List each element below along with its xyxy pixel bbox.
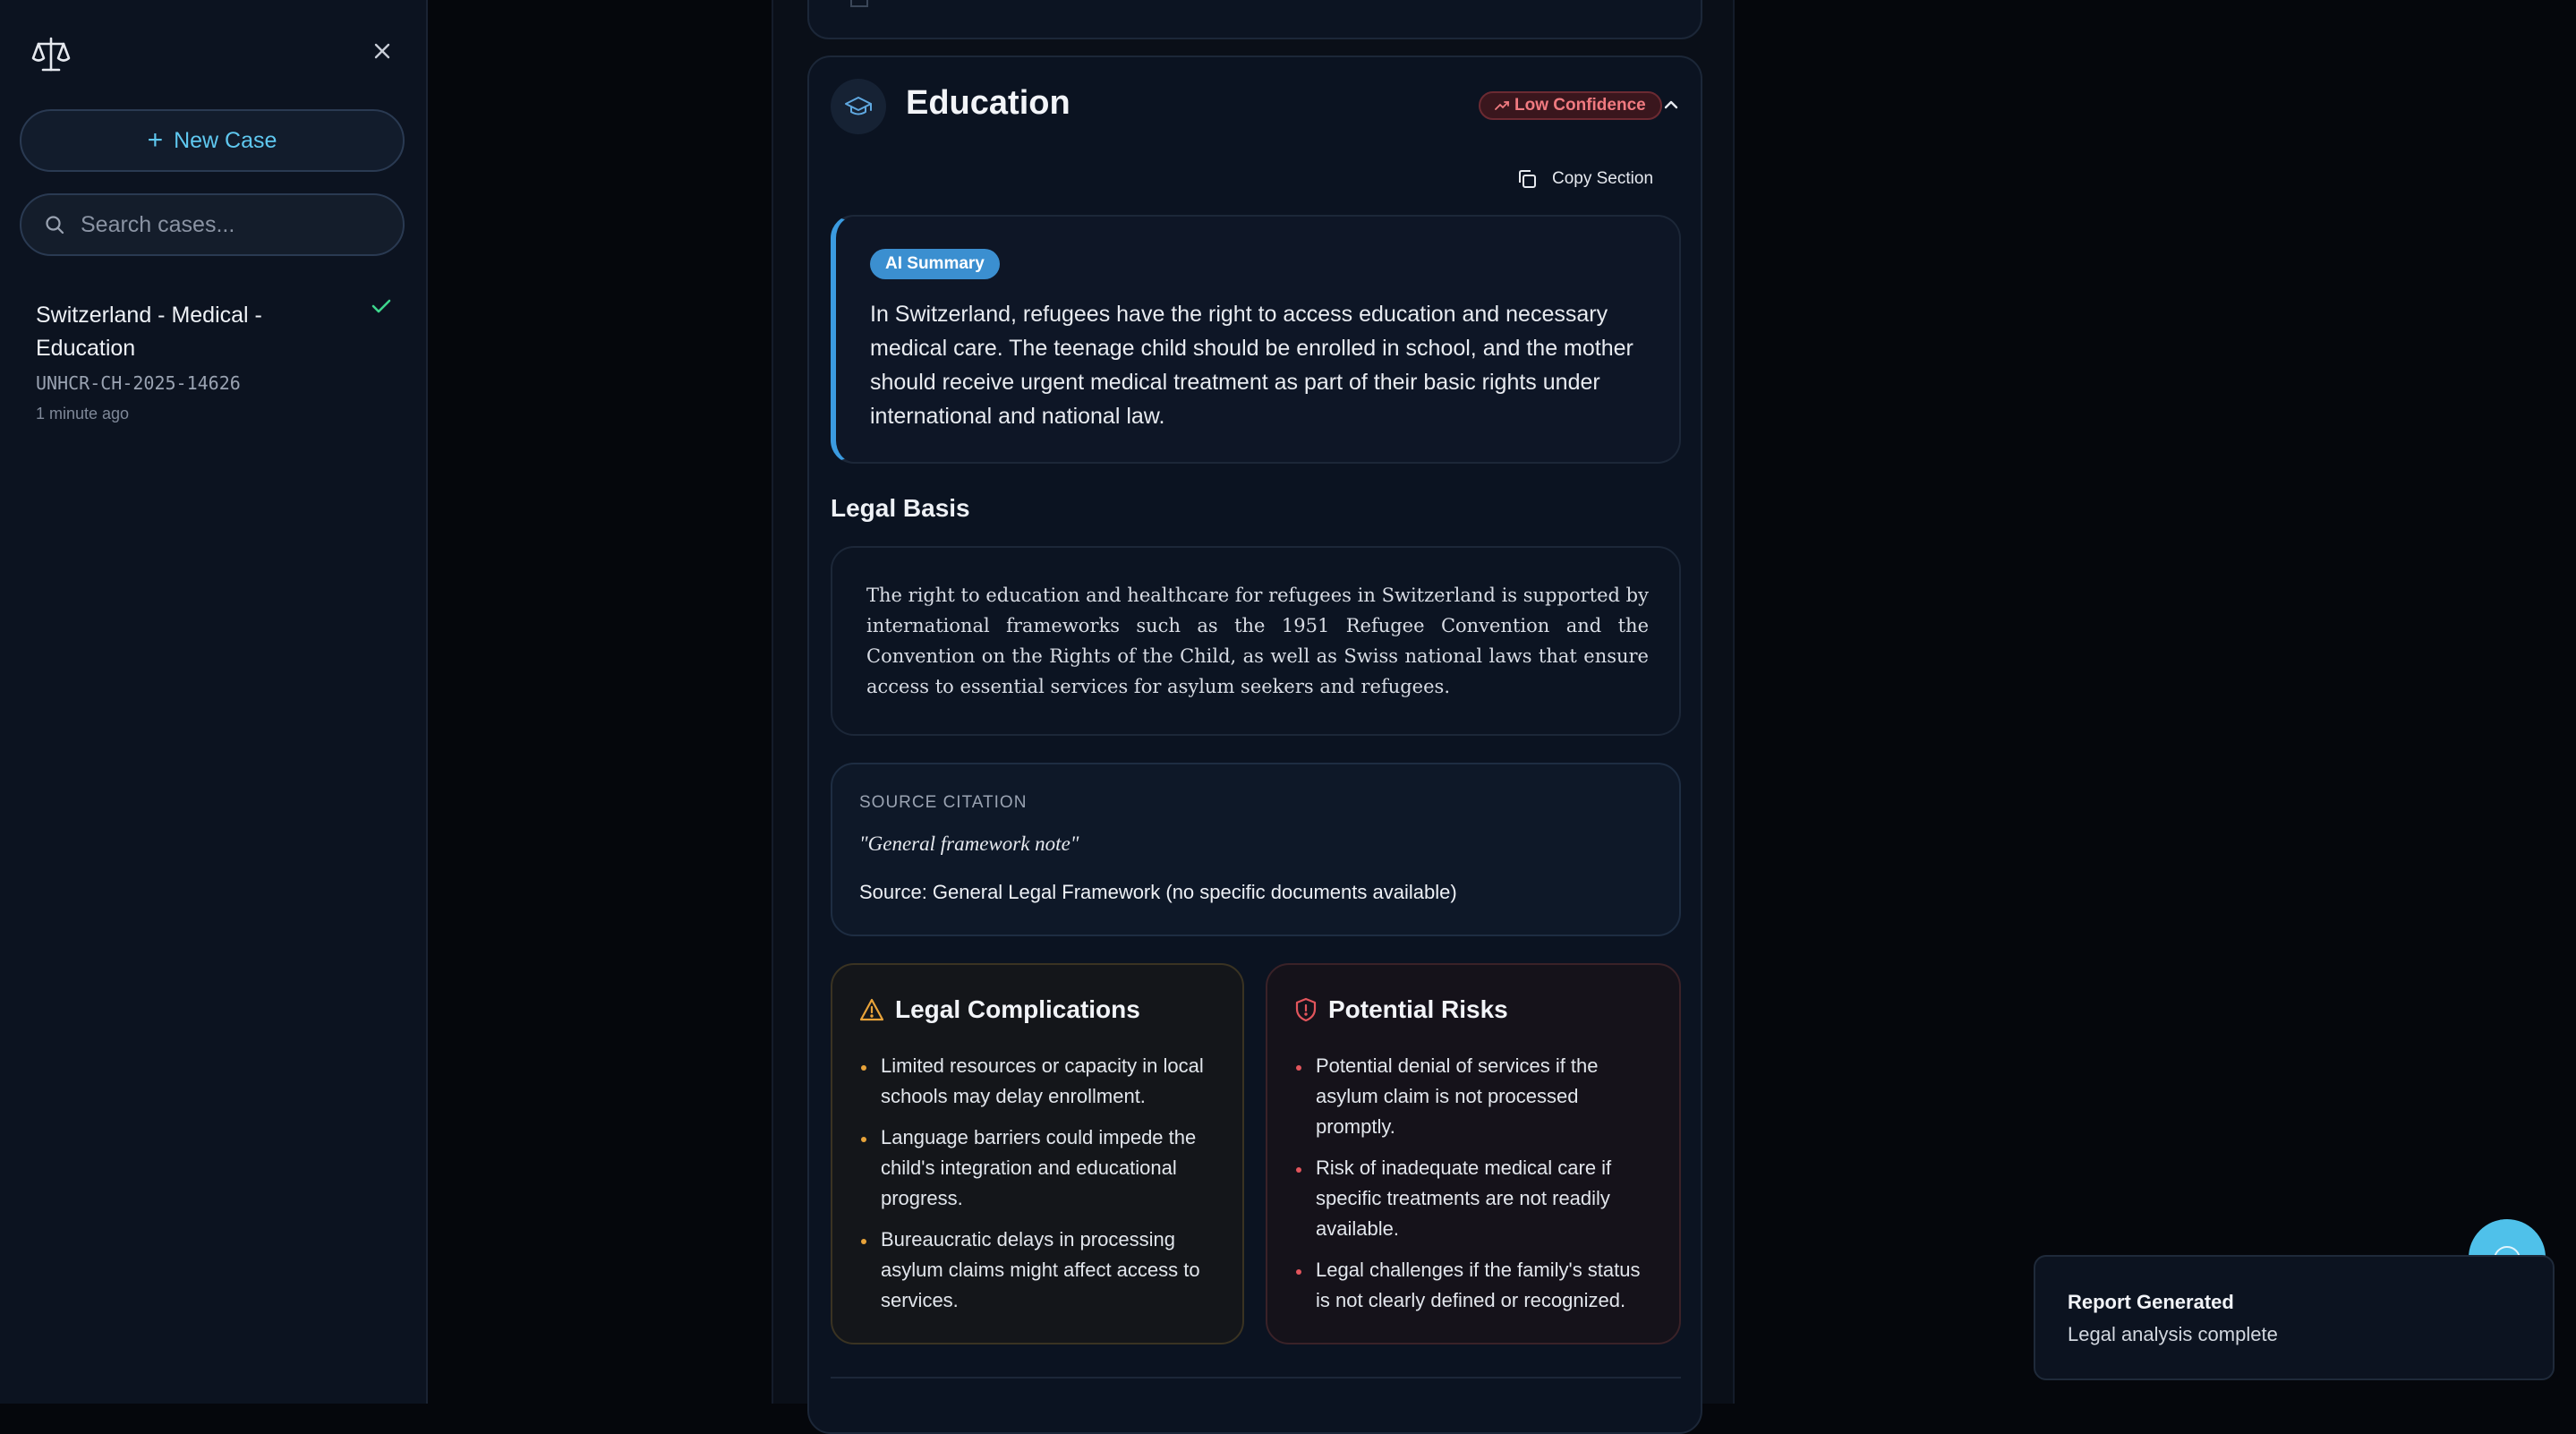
trend-icon — [1495, 101, 1509, 110]
list-item: Potential denial of services if the asyl… — [1294, 1051, 1652, 1142]
potential-risks-list: Potential denial of services if the asyl… — [1294, 1051, 1652, 1327]
close-icon — [374, 43, 390, 59]
source-citation-box: SOURCE CITATION "General framework note"… — [831, 763, 1681, 936]
shield-alert-icon — [1295, 997, 1317, 1022]
search-box — [20, 193, 405, 256]
ai-summary-badge: AI Summary — [870, 249, 1000, 279]
list-item: Bureaucratic delays in processing asylum… — [859, 1225, 1217, 1316]
confidence-label: Low Confidence — [1514, 96, 1646, 115]
source-citation-quote: "General framework note" — [859, 832, 1079, 855]
copy-section-button[interactable]: Copy Section — [1516, 161, 1653, 197]
education-section-card: Education Low Confidence Copy Section AI… — [807, 55, 1702, 1434]
copy-section-label: Copy Section — [1552, 169, 1654, 188]
copy-icon — [1519, 170, 1536, 188]
toast-title: Report Generated — [2068, 1291, 2234, 1313]
ai-summary-text: In Switzerland, refugees have the right … — [870, 302, 1633, 429]
confidence-badge: Low Confidence — [1479, 91, 1662, 120]
case-id: UNHCR-CH-2025-14626 — [36, 372, 241, 394]
source-citation-label: SOURCE CITATION — [859, 793, 1028, 812]
legal-complications-heading: Legal Complications — [895, 995, 1140, 1023]
case-list-item[interactable]: Switzerland - Medical - Education UNHCR-… — [20, 286, 405, 430]
list-item: Risk of inadequate medical care if speci… — [1294, 1153, 1652, 1244]
potential-risks-card: Potential Risks Potential denial of serv… — [1266, 963, 1681, 1344]
chevron-up-icon[interactable] — [1659, 93, 1683, 116]
close-sidebar-button[interactable] — [367, 38, 397, 68]
search-input[interactable] — [81, 211, 385, 238]
scale-icon[interactable] — [30, 34, 72, 75]
legal-basis-heading: Legal Basis — [831, 494, 970, 522]
legal-basis-text: The right to education and healthcare fo… — [866, 585, 1649, 697]
case-title: Switzerland - Medical - Education — [36, 303, 262, 361]
source-citation-source: Source: General Legal Framework (no spec… — [859, 881, 1457, 903]
section-divider — [831, 1377, 1681, 1379]
legal-complications-card: Legal Complications Limited resources or… — [831, 963, 1244, 1344]
previous-section-card — [807, 0, 1702, 39]
ai-summary-box: AI Summary In Switzerland, refugees have… — [831, 215, 1681, 464]
graduation-cap-icon — [831, 79, 886, 134]
potential-risks-heading: Potential Risks — [1328, 995, 1508, 1023]
sidebar: + New Case Switzerland - Medical - Educa… — [0, 0, 428, 1404]
plus-icon: + — [147, 125, 164, 155]
legal-complications-header: Legal Complications — [859, 995, 1140, 1024]
warning-triangle-icon — [859, 998, 884, 1021]
new-case-label: New Case — [174, 127, 277, 153]
new-case-button[interactable]: + New Case — [20, 109, 405, 172]
list-item: Language barriers could impede the child… — [859, 1122, 1217, 1214]
report-column: Education Low Confidence Copy Section AI… — [772, 0, 1735, 1434]
legal-complications-list: Limited resources or capacity in local s… — [859, 1051, 1217, 1327]
legal-basis-box: The right to education and healthcare fo… — [831, 546, 1681, 736]
potential-risks-header: Potential Risks — [1294, 995, 1508, 1024]
list-item: Legal challenges if the family's status … — [1294, 1255, 1652, 1316]
toast-notification: Report Generated Legal analysis complete — [2034, 1255, 2555, 1380]
section-title: Education — [906, 84, 1070, 122]
toast-description: Legal analysis complete — [2068, 1323, 2278, 1345]
search-icon — [46, 216, 64, 235]
case-timestamp: 1 minute ago — [36, 405, 130, 423]
check-icon — [371, 299, 391, 313]
list-item: Limited resources or capacity in local s… — [859, 1051, 1217, 1112]
section-icon-fragment — [850, 0, 868, 7]
